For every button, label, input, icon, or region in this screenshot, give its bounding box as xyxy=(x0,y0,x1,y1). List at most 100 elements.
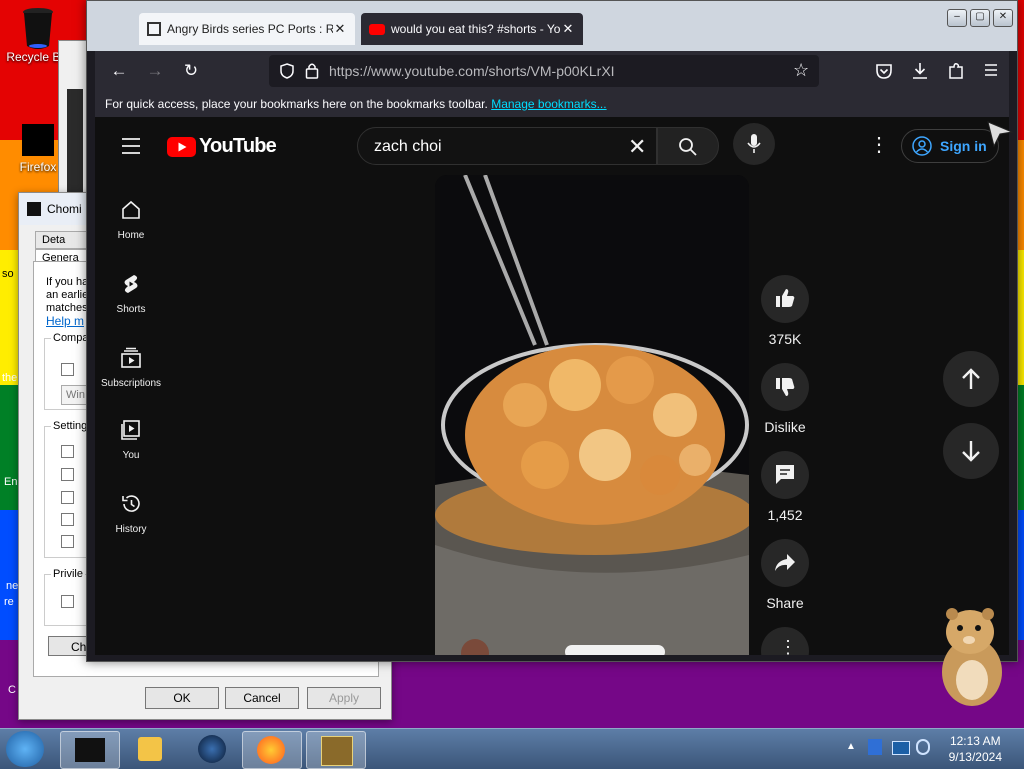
thumbs-up-icon xyxy=(776,289,795,307)
media-player-icon xyxy=(138,737,162,761)
desktop-partial-label: re xyxy=(4,596,14,608)
menu-hamburger-icon[interactable] xyxy=(983,62,999,78)
recycle-bin-icon xyxy=(21,6,55,49)
share-label: Share xyxy=(766,595,804,611)
browser-window: Angry Birds series PC Ports : Ro ✕ would… xyxy=(86,0,1018,662)
sign-in-button[interactable]: Sign in xyxy=(901,129,999,163)
setting-checkbox[interactable] xyxy=(61,513,74,526)
maximize-button[interactable]: ▢ xyxy=(970,9,990,27)
sidebar-item-home[interactable]: Home xyxy=(95,199,167,241)
dialog-intro-text: If you ha an earlie matches xyxy=(46,276,89,314)
tab-strip: Angry Birds series PC Ports : Ro ✕ would… xyxy=(87,1,1017,51)
extensions-icon[interactable] xyxy=(947,61,965,81)
back-icon[interactable]: ← xyxy=(109,61,129,81)
search-icon xyxy=(679,138,697,156)
arrow-up-icon xyxy=(962,368,980,389)
microphone-icon xyxy=(747,134,761,153)
taskbar: ▲ 12:13 AM 9/13/2024 xyxy=(0,728,1024,769)
setting-checkbox[interactable] xyxy=(61,491,74,504)
bonzi-box-icon xyxy=(321,736,353,766)
forward-icon[interactable]: → xyxy=(145,61,165,81)
setting-checkbox[interactable] xyxy=(61,468,74,481)
terminal-icon xyxy=(75,738,105,762)
hamster-desktop-pet-icon[interactable] xyxy=(930,600,1010,710)
dislike-button[interactable] xyxy=(761,363,809,411)
firefox-icon xyxy=(22,124,54,156)
taskbar-app-media-player[interactable] xyxy=(122,731,180,767)
more-options-icon[interactable]: ⋮ xyxy=(869,135,889,155)
sidebar-item-you[interactable]: You xyxy=(95,419,167,461)
shorts-video-player[interactable] xyxy=(435,175,749,655)
voice-search-button[interactable] xyxy=(733,123,775,165)
comments-count: 1,452 xyxy=(767,507,803,523)
volume-tray-icon[interactable] xyxy=(916,739,930,755)
search-input[interactable]: zach choi ✕ xyxy=(357,127,657,165)
taskbar-app-globe[interactable] xyxy=(184,731,242,767)
clock-date: 9/13/2024 xyxy=(948,750,1002,764)
monitor-tray-icon[interactable] xyxy=(892,741,910,755)
manage-bookmarks-link[interactable]: Manage bookmarks... xyxy=(491,97,606,111)
taskbar-app-firefox[interactable] xyxy=(242,731,302,769)
like-button[interactable] xyxy=(761,275,809,323)
clock-time: 12:13 AM xyxy=(949,734,1001,748)
pocket-icon[interactable] xyxy=(875,62,893,80)
you-icon xyxy=(121,420,140,440)
setting-checkbox[interactable] xyxy=(61,445,74,458)
apply-button[interactable]: Apply xyxy=(307,687,381,709)
network-tray-icon[interactable] xyxy=(868,739,882,755)
comment-icon xyxy=(776,465,794,484)
browser-tab[interactable]: Angry Birds series PC Ports : Ro ✕ xyxy=(139,13,355,45)
video-frame-fried-food xyxy=(435,175,749,655)
app-icon xyxy=(27,202,41,216)
sidebar-item-subscriptions[interactable]: Subscriptions xyxy=(95,347,167,389)
previous-short-button[interactable] xyxy=(943,351,999,407)
close-tab-icon[interactable]: ✕ xyxy=(561,21,575,37)
show-hidden-icons-icon[interactable]: ▲ xyxy=(846,741,856,752)
minimize-button[interactable]: – xyxy=(947,9,967,27)
downloads-icon[interactable] xyxy=(911,61,929,81)
cancel-button[interactable]: Cancel xyxy=(225,687,299,709)
desktop-partial-label: the xyxy=(2,372,18,384)
thumbs-down-icon xyxy=(776,378,795,396)
ok-button[interactable]: OK xyxy=(145,687,219,709)
privilege-checkbox[interactable] xyxy=(61,595,74,608)
sidebar-item-shorts[interactable]: Shorts xyxy=(95,273,167,315)
firefox-icon xyxy=(257,736,285,764)
start-orb-icon[interactable] xyxy=(6,731,44,767)
reload-icon[interactable]: ↻ xyxy=(181,61,201,81)
more-actions-button[interactable]: ⋮ xyxy=(761,627,809,655)
share-button[interactable] xyxy=(761,539,809,587)
close-tab-icon[interactable]: ✕ xyxy=(333,21,347,37)
help-link[interactable]: Help m xyxy=(46,314,84,328)
taskbar-app-terminal[interactable] xyxy=(60,731,120,769)
bookmark-star-icon[interactable]: ☆ xyxy=(793,60,809,81)
taskbar-app-bonzi[interactable] xyxy=(306,731,366,769)
url-text: https://www.youtube.com/shorts/VM-p00KLr… xyxy=(329,63,615,79)
dialog-tab-details[interactable]: Deta xyxy=(35,231,89,249)
browser-tab-active[interactable]: would you eat this? #shorts - Yo ✕ xyxy=(361,13,583,45)
next-short-button[interactable] xyxy=(943,423,999,479)
sidebar-item-history[interactable]: History xyxy=(95,493,167,535)
clear-search-icon[interactable]: ✕ xyxy=(628,128,646,166)
youtube-play-icon xyxy=(167,136,196,157)
arrow-down-icon xyxy=(962,441,980,462)
desktop-partial-label: En xyxy=(4,476,18,488)
taskbar-clock[interactable]: 12:13 AM 9/13/2024 xyxy=(949,733,1002,765)
url-bar[interactable]: https://www.youtube.com/shorts/VM-p00KLr… xyxy=(269,55,819,87)
share-icon xyxy=(775,554,795,571)
setting-checkbox[interactable] xyxy=(61,535,74,548)
compat-checkbox[interactable] xyxy=(61,363,74,376)
navigation-toolbar: ← → ↻ https://www.youtube.com/shorts/VM-… xyxy=(95,51,1009,91)
youtube-logo[interactable]: YouTube xyxy=(167,135,277,158)
search-button[interactable] xyxy=(657,127,719,165)
guide-menu-icon[interactable] xyxy=(121,137,141,155)
mouse-cursor-icon xyxy=(987,121,1014,148)
lock-icon xyxy=(305,63,319,79)
globe-icon xyxy=(198,735,226,763)
desktop-partial-label: ne xyxy=(6,580,19,592)
close-window-button[interactable]: ✕ xyxy=(993,9,1013,27)
comments-button[interactable] xyxy=(761,451,809,499)
dialog-title: Chomi xyxy=(47,202,82,216)
home-icon xyxy=(122,200,140,219)
bookmarks-hint-text: For quick access, place your bookmarks h… xyxy=(105,97,488,111)
